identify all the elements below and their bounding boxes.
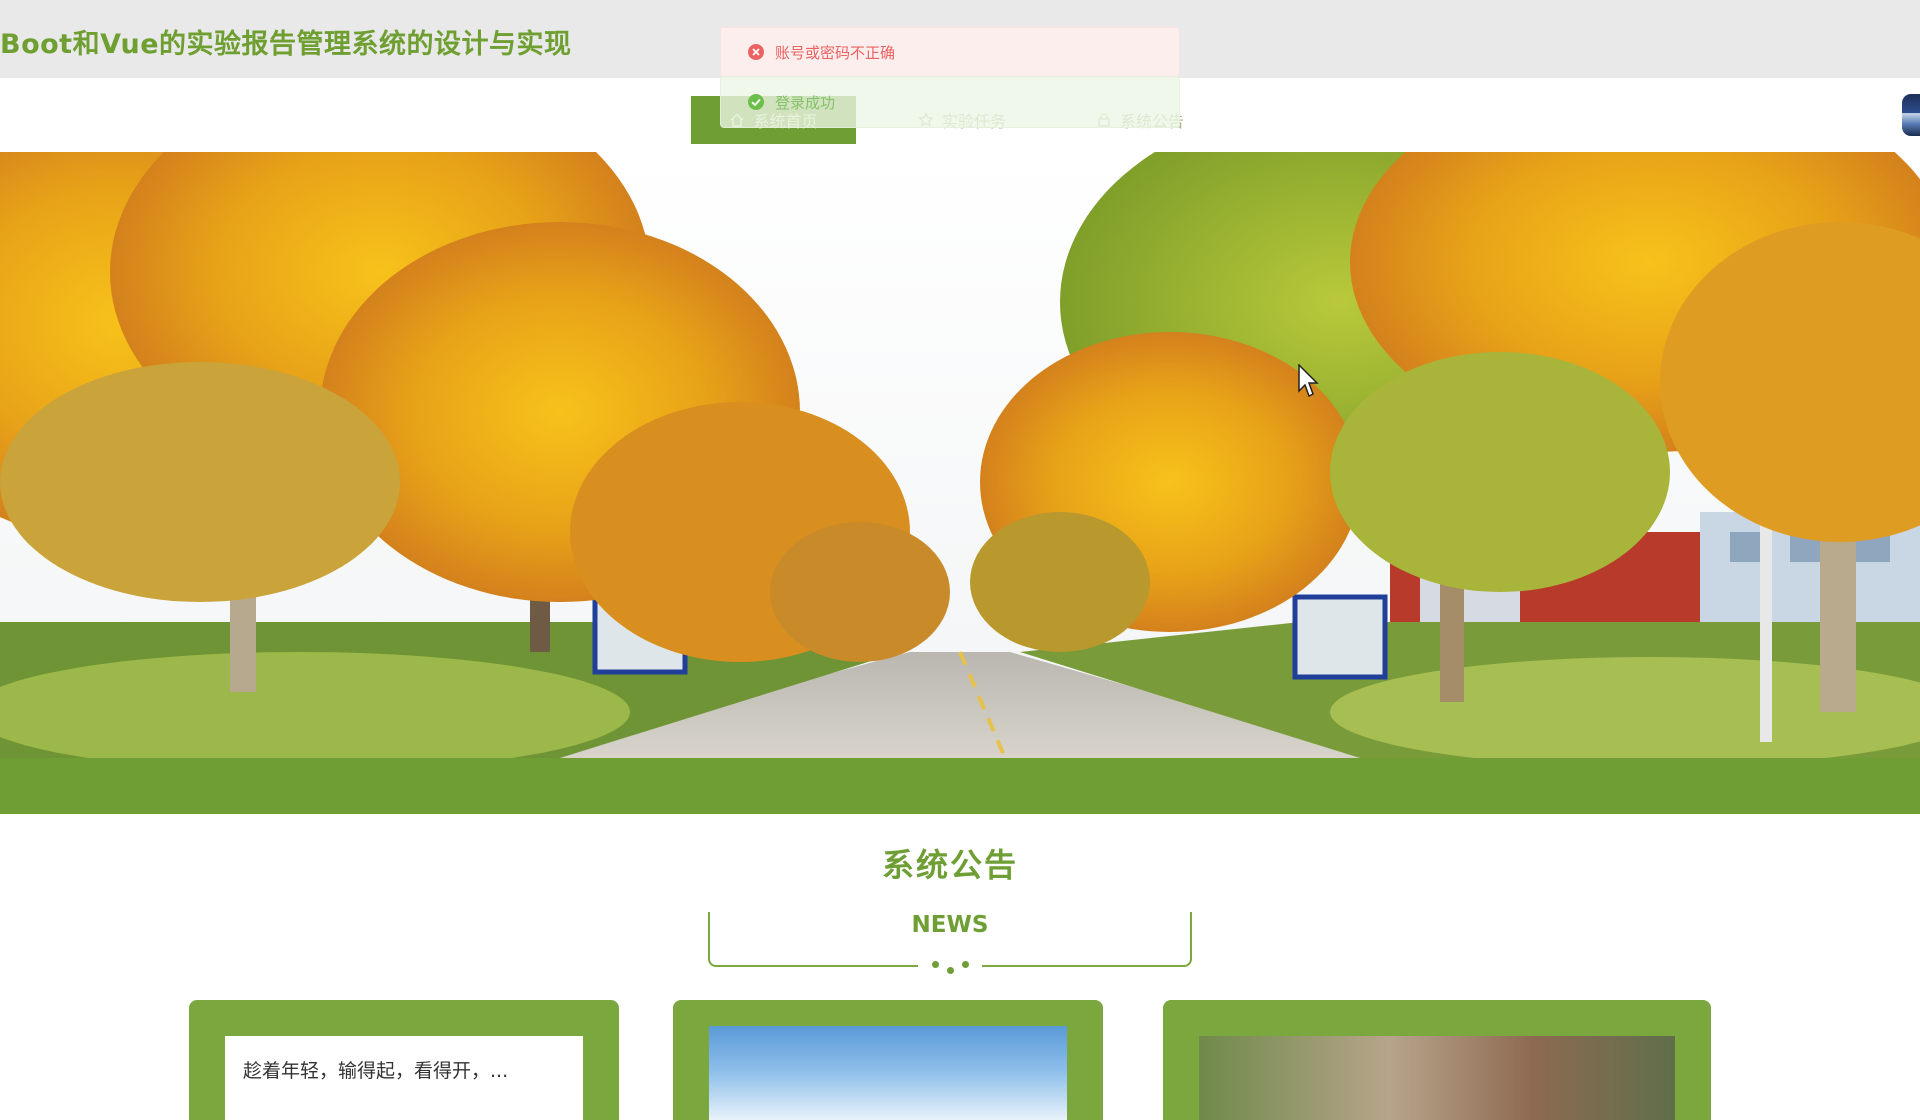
news-dots-decoration — [918, 955, 982, 983]
user-avatar[interactable] — [1902, 94, 1920, 136]
hero-banner-image — [0, 152, 1920, 758]
error-toast-text: 账号或密码不正确 — [775, 43, 896, 62]
news-subtitle: NEWS — [911, 912, 989, 938]
notice-card-image — [1199, 1036, 1675, 1120]
error-circle-icon — [748, 44, 764, 60]
notice-card[interactable] — [673, 1000, 1103, 1120]
success-toast-text: 登录成功 — [775, 93, 836, 112]
site-title: Boot和Vue的实验报告管理系统的设计与实现 — [0, 29, 572, 60]
success-toast: 登录成功 — [720, 76, 1180, 128]
notice-card-text: 趁着年轻，输得起，看得开，... — [243, 1060, 509, 1082]
mouse-cursor-icon — [1298, 364, 1319, 398]
notice-card-image — [709, 1026, 1067, 1120]
banner-green-band — [0, 758, 1920, 814]
notice-card[interactable]: 趁着年轻，输得起，看得开，... — [189, 1000, 619, 1120]
error-toast: 账号或密码不正确 — [720, 27, 1180, 77]
notice-section-title: 系统公告 — [881, 846, 1018, 884]
notice-card-body: 趁着年轻，输得起，看得开，... — [225, 1036, 583, 1120]
notice-card[interactable] — [1163, 1000, 1711, 1120]
success-circle-icon — [748, 94, 764, 110]
